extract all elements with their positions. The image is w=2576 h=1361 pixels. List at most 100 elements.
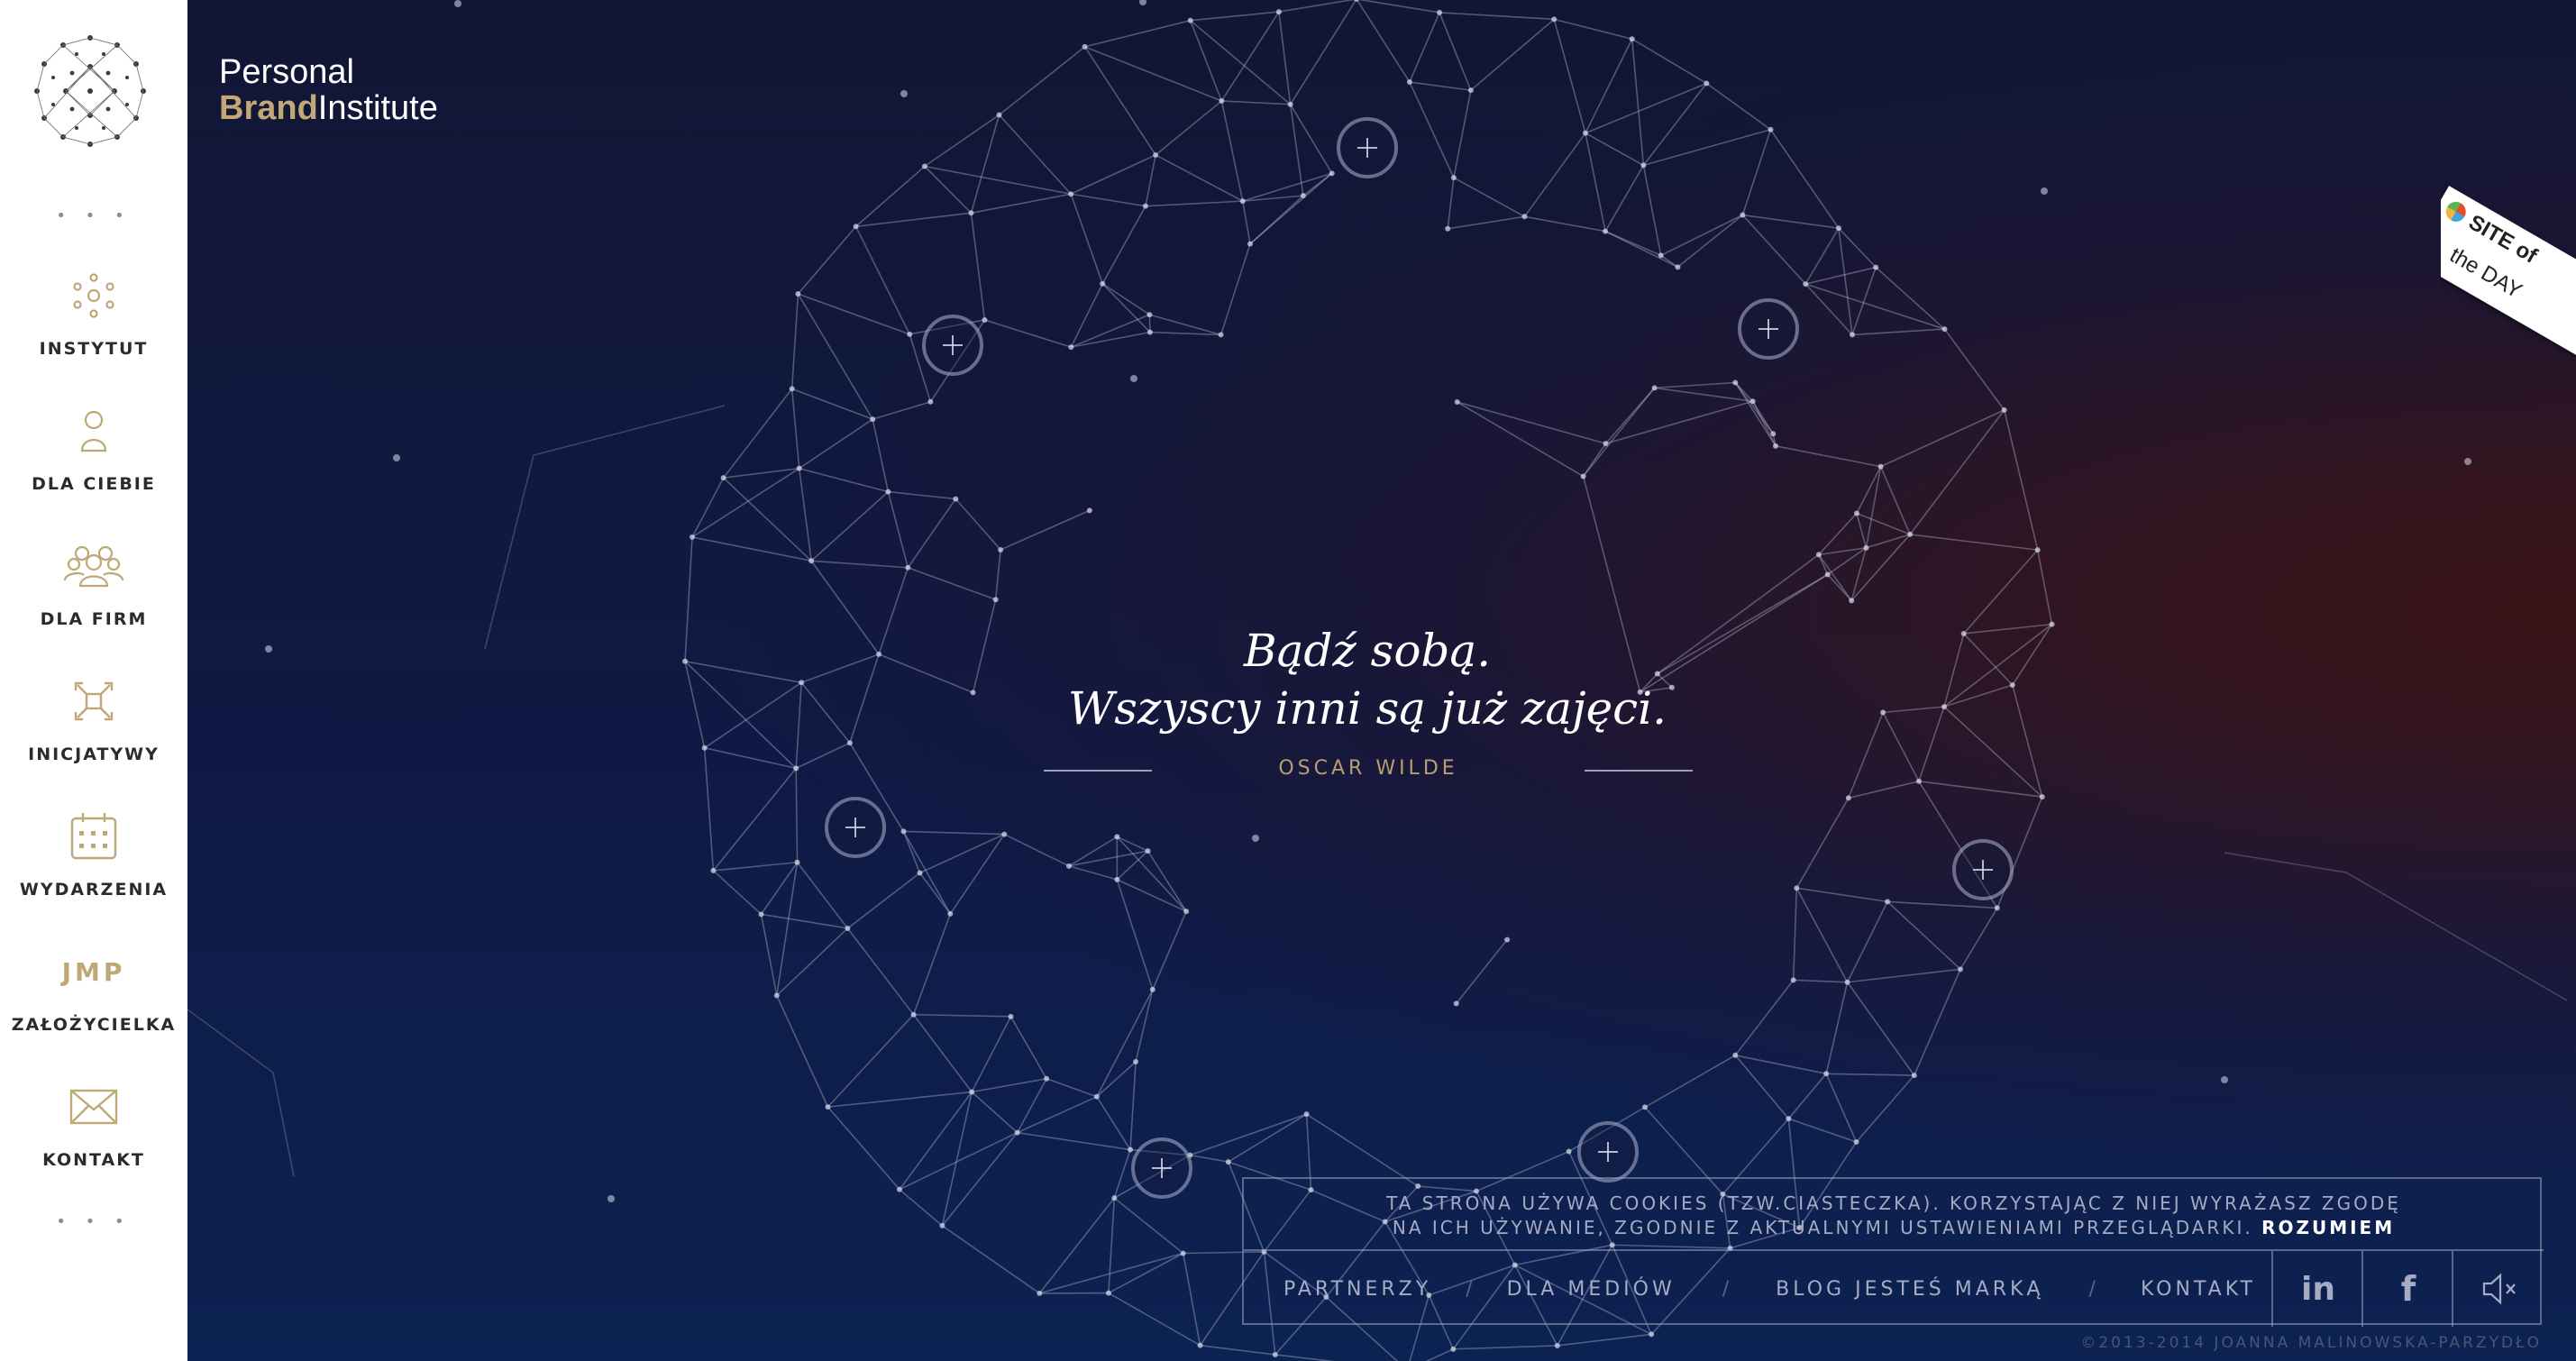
network-line <box>1631 38 1707 85</box>
network-line <box>1660 214 1743 257</box>
network-line <box>1096 1061 1137 1098</box>
nav-item-dla-firm[interactable]: DLA FIRM <box>0 530 187 656</box>
network-line <box>1409 12 1440 83</box>
nav-item-instytut[interactable]: INSTYTUT <box>0 260 187 386</box>
network-line <box>1071 193 1146 207</box>
constellation-line <box>2224 852 2568 1001</box>
network-line <box>1943 684 2013 708</box>
facebook-button[interactable]: f <box>2361 1251 2453 1327</box>
network-line <box>1017 1078 1047 1133</box>
network-line <box>1456 939 1508 1004</box>
network-line <box>1943 633 1965 708</box>
constellation-line <box>484 405 726 650</box>
footer-link-kontakt[interactable]: KONTAKT <box>2141 1278 2256 1301</box>
network-node <box>1958 966 1964 973</box>
hotspot-plus-icon[interactable] <box>1131 1137 1192 1199</box>
network-line <box>1070 283 1103 348</box>
network-node <box>876 651 882 657</box>
network-line <box>1557 1333 1652 1347</box>
network-line <box>1605 400 1753 444</box>
network-node <box>1853 1139 1859 1146</box>
nav-item-inicjatywy[interactable]: INICJATYWY <box>0 665 187 791</box>
network-node <box>1675 264 1681 270</box>
hero-quote: Bądź sobą. Wszyscy inni są już zajęci. <box>1007 622 1728 737</box>
footer-link-blog[interactable]: BLOG JESTEŚ MARKĄ <box>1776 1278 2043 1301</box>
hotspot-plus-icon[interactable] <box>1952 839 2014 900</box>
network-line <box>855 165 926 227</box>
nav-item-dla-ciebie[interactable]: DLA CIEBIE <box>0 395 187 521</box>
network-line <box>798 468 812 562</box>
network-node <box>907 331 913 337</box>
network-line <box>1787 1073 1827 1119</box>
network-line <box>1792 888 1798 981</box>
footer-link-dla-mediow[interactable]: DLA MEDIÓW <box>1507 1278 1676 1301</box>
network-line <box>1604 230 1678 269</box>
network-node <box>1100 280 1106 287</box>
network-line <box>684 661 797 769</box>
network-node <box>1247 241 1254 247</box>
hotspot-plus-icon[interactable] <box>1738 298 1799 360</box>
network-node <box>1873 264 1879 270</box>
network-line <box>1865 466 1882 548</box>
hotspot-plus-icon[interactable] <box>1577 1121 1639 1183</box>
hotspot-plus-icon[interactable] <box>825 797 886 858</box>
network-line <box>1582 443 1607 477</box>
network-line <box>1357 0 1440 14</box>
cookie-text-line-2: NA ICH UŻYWANIE, ZGODNIE Z AKTUALNYMI US… <box>1244 1216 2544 1240</box>
jmp-monogram-icon: JMP <box>58 936 130 1008</box>
network-node <box>795 291 801 297</box>
network-node <box>1849 598 1855 604</box>
network-line <box>1220 100 1244 202</box>
hotspot-plus-icon[interactable] <box>1337 117 1398 178</box>
jmp-monogram: JMP <box>61 956 126 987</box>
hotspot-plus-icon[interactable] <box>922 315 983 376</box>
globe-logo-icon[interactable] <box>32 32 149 150</box>
network-line <box>1734 382 1777 447</box>
network-line <box>1855 1074 1915 1143</box>
network-line <box>1221 100 1291 105</box>
network-node <box>1008 1013 1014 1019</box>
footer-separator: / <box>1466 1277 1473 1301</box>
network-line <box>899 1189 943 1227</box>
network-node <box>970 690 976 696</box>
network-line <box>1425 1348 1454 1361</box>
envelope-icon <box>58 1071 130 1143</box>
cookie-accept-button[interactable]: ROZUMIEM <box>2261 1217 2395 1238</box>
network-node <box>1835 225 1841 232</box>
network-node <box>1114 876 1120 882</box>
network-node <box>1554 1342 1560 1348</box>
nav-label: INICJATYWY <box>28 744 160 764</box>
network-line <box>903 830 1005 836</box>
network-node <box>1770 431 1777 437</box>
network-line <box>1676 214 1743 268</box>
site-of-the-day-ribbon[interactable]: SITE of the DAY <box>2441 180 2576 361</box>
nav-item-kontakt[interactable]: KONTAKT <box>0 1071 187 1197</box>
nav-item-wydarzenia[interactable]: WYDARZENIA <box>0 800 187 927</box>
network-line <box>723 477 812 562</box>
network-line <box>1071 314 1150 348</box>
network-line <box>1883 706 1945 714</box>
network-line <box>797 225 857 295</box>
network-node <box>1218 332 1224 338</box>
network-node <box>1880 709 1886 716</box>
network-node <box>896 1186 902 1192</box>
network-line <box>1838 227 1877 269</box>
network-line <box>1038 1197 1115 1294</box>
brand-logo[interactable]: Personal BrandInstitute <box>219 54 438 126</box>
network-node <box>1239 198 1246 205</box>
nav-item-zalozycielka[interactable]: JMP ZAŁOŻYCIELKA <box>0 936 187 1062</box>
network-node <box>1082 43 1088 50</box>
sound-toggle-button[interactable] <box>2452 1251 2544 1327</box>
linkedin-button[interactable]: in <box>2271 1251 2363 1327</box>
network-line <box>1009 1016 1047 1080</box>
initiatives-icon <box>58 665 130 737</box>
network-line <box>1524 215 1606 233</box>
network-node <box>1111 1195 1118 1201</box>
network-line <box>1070 154 1156 195</box>
network-node <box>1287 101 1293 107</box>
network-line <box>1585 38 1633 134</box>
network-node <box>1658 252 1664 259</box>
network-line <box>712 767 797 872</box>
footer-link-partnerzy[interactable]: PARTNERZY <box>1283 1278 1431 1301</box>
star <box>265 645 272 653</box>
